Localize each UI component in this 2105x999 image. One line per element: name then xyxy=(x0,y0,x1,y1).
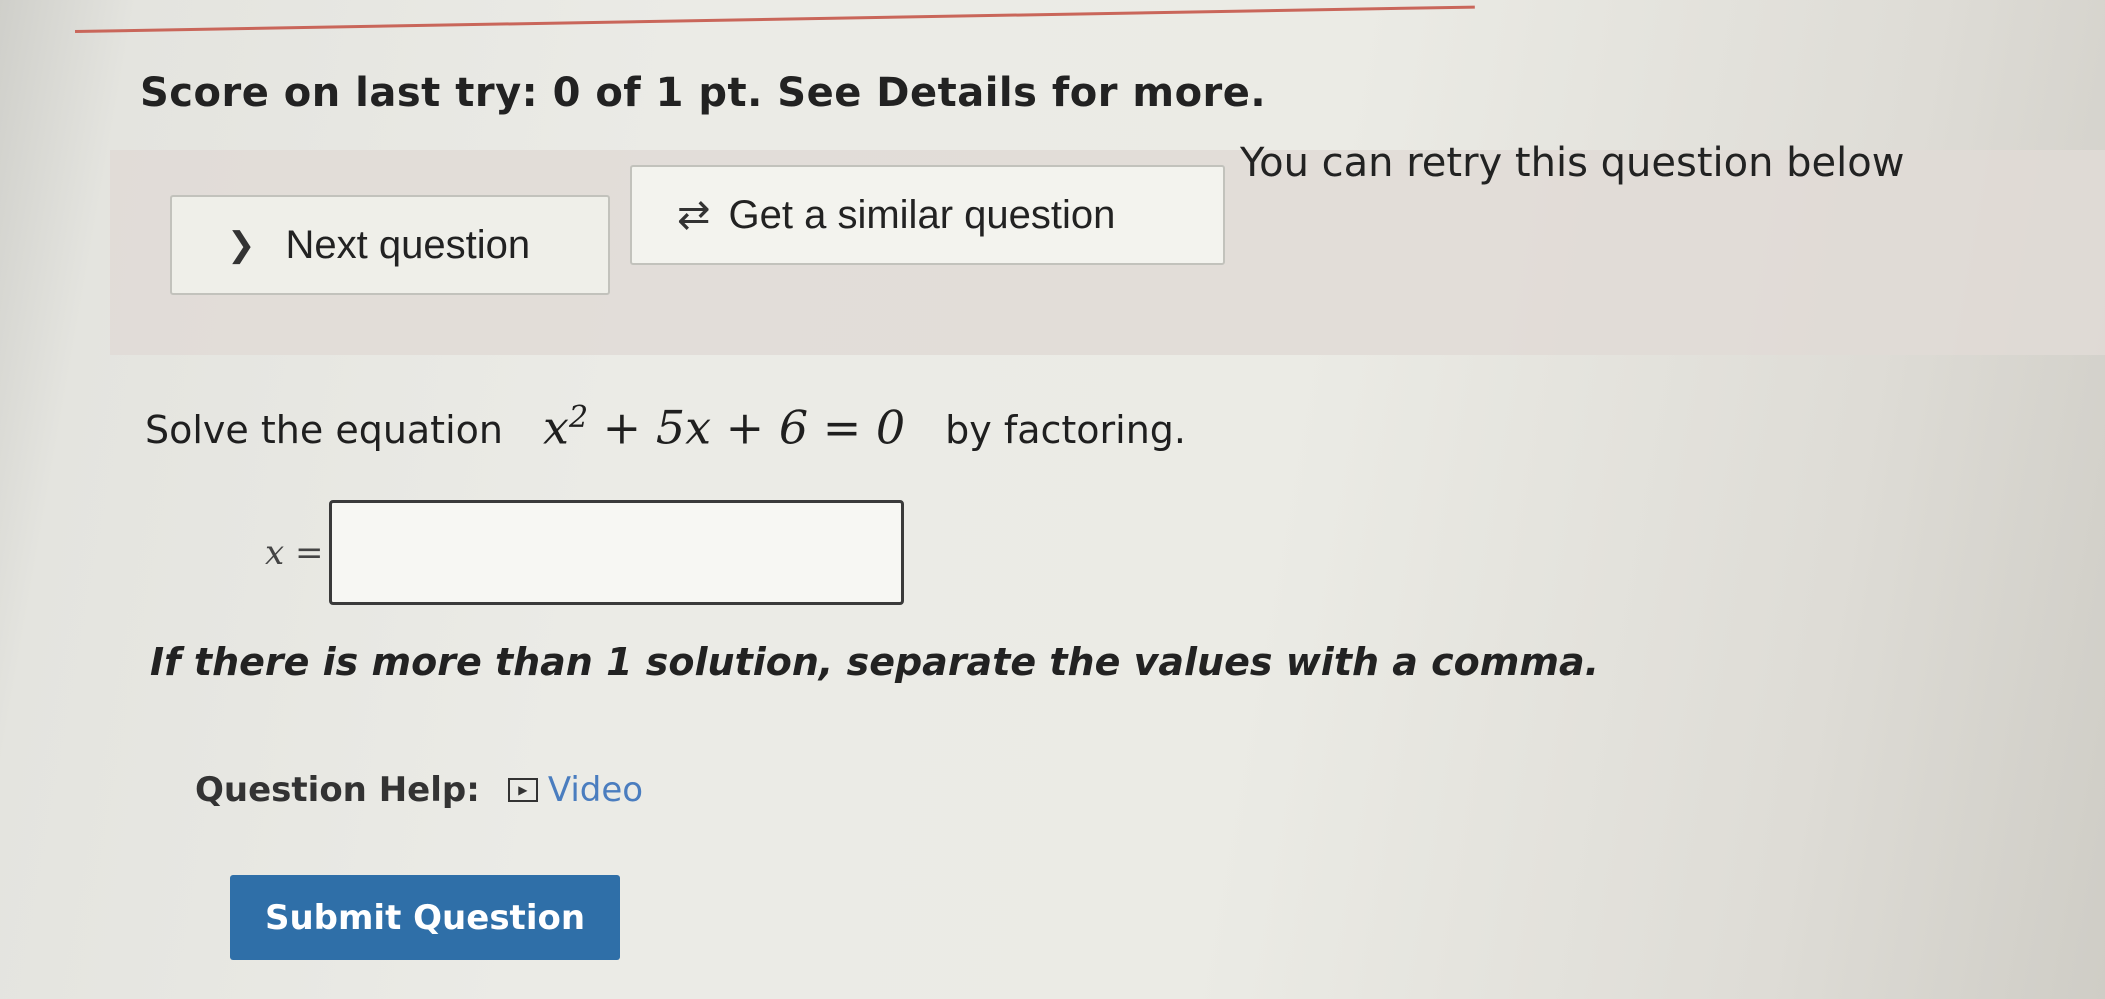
equation-exponent: 2 xyxy=(568,400,589,435)
equation-rest: + 5x + 6 = 0 xyxy=(588,400,906,455)
similar-question-label: Get a similar question xyxy=(728,192,1116,237)
answer-instruction: If there is more than 1 solution, separa… xyxy=(150,640,1600,684)
question-help: Question Help: ▶ Video xyxy=(195,770,643,810)
next-question-button[interactable]: ❯ Next question xyxy=(170,195,610,295)
retry-message: You can retry this question below xyxy=(1240,140,1905,186)
equation: x2 + 5x + 6 = 0 xyxy=(543,400,905,454)
question-prompt: Solve the equation x2 + 5x + 6 = 0 by fa… xyxy=(145,400,1186,454)
question-suffix: by factoring. xyxy=(945,408,1186,453)
equation-base: x xyxy=(542,400,569,455)
question-prefix: Solve the equation xyxy=(145,408,503,453)
score-message: Score on last try: 0 of 1 pt. See Detail… xyxy=(140,70,1267,116)
similar-question-button[interactable]: ⇄ Get a similar question xyxy=(630,165,1225,265)
question-help-label: Question Help: xyxy=(195,770,480,810)
answer-input[interactable] xyxy=(329,500,905,605)
top-divider-line xyxy=(75,5,1475,33)
chevron-right-icon: ❯ xyxy=(227,226,256,264)
answer-row: x = xyxy=(265,500,905,605)
video-help-link[interactable]: ▶ Video xyxy=(507,770,644,810)
swap-arrows-icon: ⇄ xyxy=(677,193,711,237)
video-link-label: Video xyxy=(547,770,644,810)
submit-question-button[interactable]: Submit Question xyxy=(230,875,620,960)
answer-label: x = xyxy=(265,532,324,573)
next-question-label: Next question xyxy=(285,222,531,267)
play-icon: ▶ xyxy=(507,778,538,802)
